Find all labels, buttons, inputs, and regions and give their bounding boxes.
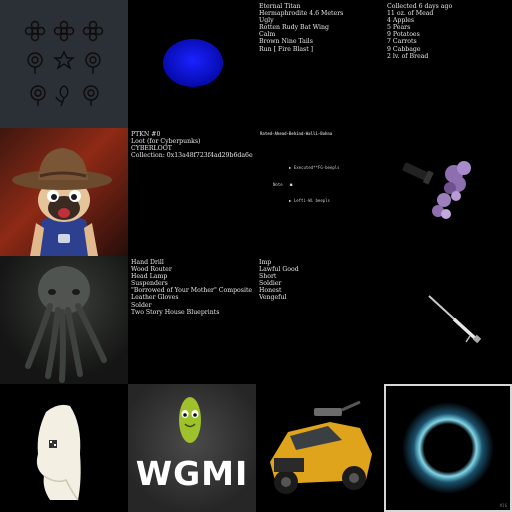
t3_inventory-line: 9 Cabbage xyxy=(387,45,421,53)
t10_traits-line: Imp xyxy=(259,259,272,266)
t9_items-line: "Borrowed of Your Mother" Composite Toe … xyxy=(131,287,253,295)
syringe-art xyxy=(428,295,482,344)
t10_traits-line: Honest xyxy=(259,287,282,295)
terminal-line-1-text: Executed**FG-beepls xyxy=(293,165,340,170)
tile-attributes-text[interactable]: Eternal Titan Hermaphrodite 4.6 Meters Ugl… xyxy=(256,0,384,128)
tile-wgmi[interactable]: WGMI xyxy=(128,384,256,512)
terminal-line-3-text: Lefti-Wi beepls xyxy=(293,198,330,203)
t3_inventory-line: Collected 6 days ago xyxy=(387,3,453,10)
t9_items-line: Suspenders xyxy=(131,280,168,288)
t9_items-line: Wood Router xyxy=(131,266,172,274)
t5_loot-line: Loot (for Cyberpunks) xyxy=(131,138,201,146)
t2_attributes-line: Brown Nine Tails xyxy=(259,38,313,46)
items-list: Hand Drill Wood Router Head Lamp Suspenders… xyxy=(128,256,256,319)
t5_loot-line: Collection: 0x13a48f723f4ad29b6da6e72158… xyxy=(131,152,253,160)
traits-list: Imp Lawful Good Short Soldier Honest Vengeful xyxy=(256,256,384,305)
tile-cowboy-pug[interactable] xyxy=(0,128,128,256)
t3_inventory-line: 9 Potatoes xyxy=(387,31,420,39)
t9_items-line: Leather Gloves xyxy=(131,294,179,302)
tile-traits-text[interactable]: Imp Lawful Good Short Soldier Honest Vengeful xyxy=(256,256,384,384)
tile-crystal-flashlight[interactable] xyxy=(384,128,512,256)
tile-syringe[interactable] xyxy=(384,256,512,384)
t2_attributes-line: Eternal Titan xyxy=(259,3,301,10)
t10_traits-line: Vengeful xyxy=(259,294,287,302)
attributes-list: Eternal Titan Hermaphrodite 4.6 Meters Ugl… xyxy=(256,0,384,56)
t3_inventory-line: 2 lv. of Bread xyxy=(387,52,429,60)
ghost-art xyxy=(36,404,81,501)
t9_items-line: Hand Drill xyxy=(131,259,164,266)
t3_inventory-line: 11 oz. of Mead xyxy=(387,10,434,18)
tile-inventory-text[interactable]: Collected 6 days ago 11 oz. of Mead 4 Appl… xyxy=(384,0,512,128)
t9_items-line: Solder xyxy=(131,301,152,309)
t2_attributes-line: Run [ Fire Blast ] xyxy=(259,45,314,53)
tile-ghost[interactable] xyxy=(0,384,128,512)
inventory-list: Collected 6 days ago 11 oz. of Mead 4 Appl… xyxy=(384,0,512,63)
t2_attributes-line: Calm xyxy=(259,31,276,39)
tile-terminal-text[interactable]: Rated-Ahead-Behind-Walli-Bohna ▶ Execute… xyxy=(256,128,384,256)
armored-car-art xyxy=(270,400,372,494)
t2_attributes-line: Ugly xyxy=(259,17,274,25)
tile-cthulhu[interactable] xyxy=(0,256,128,384)
eclipse-corner-label: #16 xyxy=(499,503,507,508)
t5_loot-line: PTKN #0 xyxy=(131,131,161,138)
terminal-line-1: ▶ Executed**FG-beepls xyxy=(289,165,340,170)
terminal-header: Rated-Ahead-Behind-Walli-Bohna xyxy=(260,131,333,136)
t9_items-line: Head Lamp xyxy=(131,273,168,281)
t3_inventory-line: 7 Carrots xyxy=(387,38,417,46)
t9_items-line: Two Story House Blueprints xyxy=(131,308,220,316)
wgmi-title: WGMI xyxy=(135,454,249,493)
terminal-line-3: ▶ Lefti-Wi beepls xyxy=(289,198,330,203)
tile-eclipse[interactable]: #16 xyxy=(384,384,512,512)
crystal-flashlight-art xyxy=(402,161,471,219)
terminal-line-2: Note ■ xyxy=(273,182,293,187)
tile-cyberloot-text[interactable]: PTKN #0 Loot (for Cyberpunks) CYBERLOOT Col… xyxy=(128,128,256,256)
t10_traits-line: Soldier xyxy=(259,280,282,288)
cthulhu-art xyxy=(25,266,107,383)
t3_inventory-line: 4 Apples xyxy=(387,17,415,25)
terminal-line-2-text: Note xyxy=(273,182,283,187)
t2_attributes-line: Rotten Rudy Bat Wing xyxy=(259,24,329,32)
t10_traits-line: Short xyxy=(259,273,277,281)
t10_traits-line: Lawful Good xyxy=(259,266,299,274)
t2_attributes-line: Hermaphrodite 4.6 Meters xyxy=(259,10,344,18)
cowboy-pug-art xyxy=(0,128,128,256)
cyberloot-list: PTKN #0 Loot (for Cyberpunks) CYBERLOOT Col… xyxy=(128,128,256,162)
eclipse-art xyxy=(402,402,494,494)
flower-icons-art xyxy=(24,20,104,107)
t3_inventory-line: 5 Pears xyxy=(387,24,411,32)
tile-armored-car[interactable] xyxy=(256,384,384,512)
blue-blob-art xyxy=(163,39,223,87)
tile-blue-blob[interactable] xyxy=(128,0,256,128)
tile-items-text[interactable]: Hand Drill Wood Router Head Lamp Suspenders… xyxy=(128,256,256,384)
t5_loot-line: CYBERLOOT xyxy=(131,145,172,153)
tile-flower-icons[interactable] xyxy=(0,0,128,128)
nft-gallery-grid: Eternal Titan Hermaphrodite 4.6 Meters Ugl… xyxy=(0,0,512,512)
